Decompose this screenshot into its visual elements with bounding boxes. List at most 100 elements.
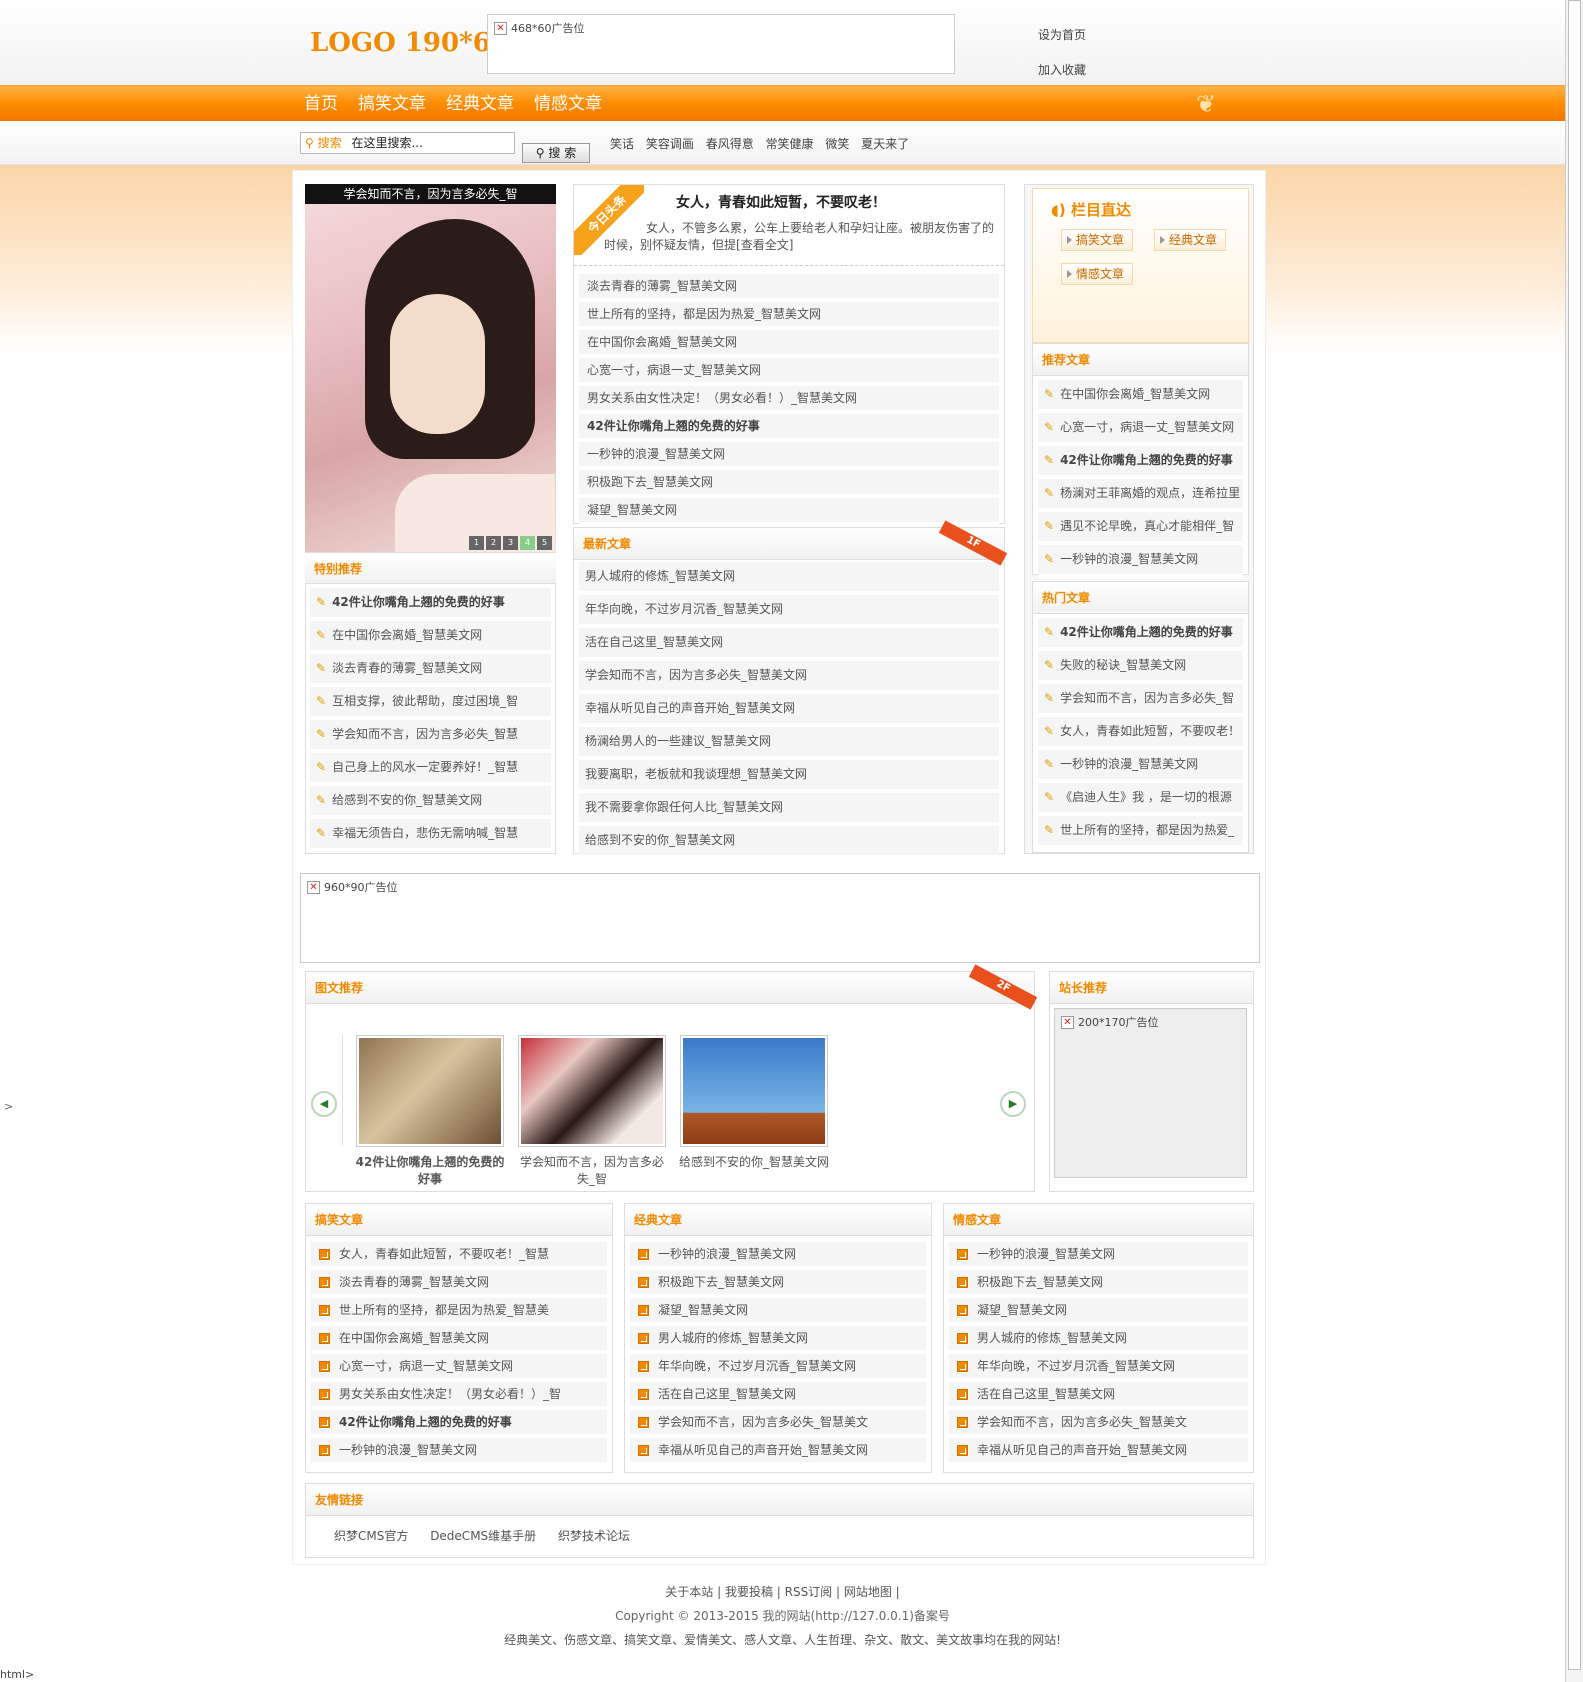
list-item[interactable]: 活在自己这里_智慧美文网	[630, 1382, 926, 1410]
list-item[interactable]: 我不需要拿你跟任何人比_智慧美文网	[579, 793, 999, 826]
list-item[interactable]: 凝望_智慧美文网	[949, 1298, 1248, 1326]
list-item[interactable]: 学会知而不言，因为言多必失_智慧美文网	[579, 661, 999, 694]
list-item[interactable]: 年华向晚，不过岁月沉香_智慧美文网	[949, 1354, 1248, 1382]
nav-emotion[interactable]: 情感文章	[534, 86, 602, 122]
search-input[interactable]: ⚲ 搜索 在这里搜索...	[300, 132, 515, 154]
hotword[interactable]: 春风得意	[706, 137, 754, 151]
list-item[interactable]: 积极跑下去_智慧美文网	[630, 1270, 926, 1298]
gallery-next-button[interactable]: ▶	[1000, 1091, 1026, 1117]
list-item[interactable]: 活在自己这里_智慧美文网	[949, 1382, 1248, 1410]
topic-funny[interactable]: 搞笑文章	[1061, 229, 1134, 251]
list-item[interactable]: ✎ 在中国你会离婚_智慧美文网	[310, 621, 551, 654]
list-item[interactable]: ✎ 学会知而不言，因为言多必失_智慧	[310, 720, 551, 753]
list-item[interactable]: ✎ 42件让你嘴角上翘的免费的好事	[310, 588, 551, 621]
slide-dot[interactable]: 2	[486, 536, 501, 550]
list-item[interactable]: 淡去青春的薄雾_智慧美文网	[579, 274, 999, 302]
list-item[interactable]: 在中国你会离婚_智慧美文网	[579, 330, 999, 358]
scrollbar-thumb[interactable]	[1568, 0, 1581, 1670]
list-item[interactable]: ✎ 给感到不安的你_智慧美文网	[310, 786, 551, 819]
list-item[interactable]: 年华向晚，不过岁月沉香_智慧美文网	[630, 1354, 926, 1382]
focus-caption[interactable]: 学会知而不言，因为言多必失_智	[305, 184, 556, 204]
gallery-thumb[interactable]	[680, 1035, 828, 1147]
hotword[interactable]: 微笑	[825, 137, 849, 151]
set-home-link[interactable]: 设为首页	[1038, 18, 1086, 53]
hotword[interactable]: 常笑健康	[766, 137, 814, 151]
gallery-prev-button[interactable]: ◀	[311, 1091, 337, 1117]
list-item[interactable]: 心宽一寸，病退一丈_智慧美文网	[311, 1354, 607, 1382]
list-item[interactable]: ✎ 遇见不论早晚，真心才能相伴_智	[1038, 512, 1243, 545]
gallery-thumb[interactable]	[518, 1035, 666, 1147]
list-item[interactable]: ✎ 学会知而不言，因为言多必失_智	[1038, 684, 1243, 717]
list-item[interactable]: ✎ 《启迪人生》我 ，是一切的根源	[1038, 783, 1243, 816]
topic-classic[interactable]: 经典文章	[1154, 229, 1227, 251]
list-item[interactable]: ✎ 杨澜对王菲离婚的观点，连希拉里	[1038, 479, 1243, 512]
list-item[interactable]: ✎ 一秒钟的浪漫_智慧美文网	[1038, 545, 1243, 578]
friend-link[interactable]: 织梦技术论坛	[558, 1529, 630, 1543]
hotword[interactable]: 夏天来了	[861, 137, 909, 151]
gallery-thumb[interactable]	[356, 1035, 504, 1147]
list-item[interactable]: 学会知而不言，因为言多必失_智慧美文	[630, 1410, 926, 1438]
footer-links[interactable]: 关于本站 | 我要投稿 | RSS订阅 | 网站地图 |	[0, 1580, 1565, 1604]
gallery-caption[interactable]: 给感到不安的你_智慧美文网	[679, 1154, 829, 1171]
headline-title[interactable]: 女人，青春如此短暂，不要叹老！	[676, 192, 886, 212]
list-item[interactable]: 42件让你嘴角上翘的免费的好事	[311, 1410, 607, 1438]
hotword[interactable]: 笑话	[610, 137, 634, 151]
list-item[interactable]: 给感到不安的你_智慧美文网	[579, 826, 999, 859]
list-item[interactable]: 凝望_智慧美文网	[630, 1298, 926, 1326]
list-item[interactable]: ✎ 42件让你嘴角上翘的免费的好事	[1038, 618, 1243, 651]
hotword[interactable]: 笑容调画	[646, 137, 694, 151]
list-item[interactable]: 男女关系由女性决定！（男女必看！）_智	[311, 1382, 607, 1410]
list-item[interactable]: 男人城府的修炼_智慧美文网	[579, 562, 999, 595]
slide-dot[interactable]: 3	[503, 536, 518, 550]
add-favorite-link[interactable]: 加入收藏	[1038, 53, 1086, 88]
focus-slideshow[interactable]: 学会知而不言，因为言多必失_智 12345	[305, 184, 556, 552]
list-item[interactable]: ✎ 自己身上的风水一定要养好！_智慧	[310, 753, 551, 786]
list-item[interactable]: 42件让你嘴角上翘的免费的好事	[579, 414, 999, 442]
list-item[interactable]: 我要离职，老板就和我谈理想_智慧美文网	[579, 760, 999, 793]
list-item[interactable]: ✎ 女人，青春如此短暂，不要叹老！	[1038, 717, 1243, 750]
list-item[interactable]: 淡去青春的薄雾_智慧美文网	[311, 1270, 607, 1298]
nav-home[interactable]: 首页	[304, 86, 338, 122]
list-item[interactable]: ✎ 一秒钟的浪漫_智慧美文网	[1038, 750, 1243, 783]
list-item[interactable]: ✎ 42件让你嘴角上翘的免费的好事	[1038, 446, 1243, 479]
read-more-link[interactable]: [查看全文]	[736, 238, 793, 252]
list-item[interactable]: 男人城府的修炼_智慧美文网	[949, 1326, 1248, 1354]
gallery-caption[interactable]: 42件让你嘴角上翘的免费的好事	[355, 1154, 505, 1188]
list-item[interactable]: 积极跑下去_智慧美文网	[949, 1270, 1248, 1298]
search-button[interactable]: ⚲ 搜 索	[522, 143, 590, 163]
list-item[interactable]: ✎ 心宽一寸，病退一丈_智慧美文网	[1038, 413, 1243, 446]
list-item[interactable]: 一秒钟的浪漫_智慧美文网	[311, 1438, 607, 1466]
nav-classic[interactable]: 经典文章	[446, 86, 514, 122]
list-item[interactable]: 世上所有的坚持，都是因为热爱_智慧美文网	[579, 302, 999, 330]
list-item[interactable]: 幸福从听见自己的声音开始_智慧美文网	[579, 694, 999, 727]
list-item[interactable]: 幸福从听见自己的声音开始_智慧美文网	[630, 1438, 926, 1466]
list-item[interactable]: ✎ 幸福无须告白，悲伤无需呐喊_智慧	[310, 819, 551, 852]
friend-link[interactable]: DedeCMS维基手册	[430, 1529, 536, 1543]
top-ad[interactable]: ✕ 468*60广告位	[487, 14, 955, 74]
list-item[interactable]: 幸福从听见自己的声音开始_智慧美文网	[949, 1438, 1248, 1466]
nav-funny[interactable]: 搞笑文章	[358, 86, 426, 122]
slide-dot-active[interactable]: 4	[520, 536, 535, 550]
slide-dot[interactable]: 5	[537, 536, 552, 550]
friend-link[interactable]: 织梦CMS官方	[334, 1529, 408, 1543]
list-item[interactable]: 一秒钟的浪漫_智慧美文网	[949, 1242, 1248, 1270]
list-item[interactable]: ✎ 在中国你会离婚_智慧美文网	[1038, 380, 1243, 413]
list-item[interactable]: 心宽一寸，病退一丈_智慧美文网	[579, 358, 999, 386]
list-item[interactable]: 女人，青春如此短暂，不要叹老！_智慧	[311, 1242, 607, 1270]
list-item[interactable]: ✎ 世上所有的坚持，都是因为热爱_	[1038, 816, 1243, 849]
list-item[interactable]: 世上所有的坚持，都是因为热爱_智慧美	[311, 1298, 607, 1326]
list-item[interactable]: 在中国你会离婚_智慧美文网	[311, 1326, 607, 1354]
list-item[interactable]: 活在自己这里_智慧美文网	[579, 628, 999, 661]
vertical-scrollbar[interactable]	[1565, 0, 1583, 1682]
list-item[interactable]: 男人城府的修炼_智慧美文网	[630, 1326, 926, 1354]
webmaster-ad[interactable]: ✕ 200*170广告位	[1054, 1008, 1247, 1178]
list-item[interactable]: 男女关系由女性决定！（男女必看！）_智慧美文网	[579, 386, 999, 414]
list-item[interactable]: 一秒钟的浪漫_智慧美文网	[630, 1242, 926, 1270]
list-item[interactable]: 学会知而不言，因为言多必失_智慧美文	[949, 1410, 1248, 1438]
list-item[interactable]: ✎ 失败的秘诀_智慧美文网	[1038, 651, 1243, 684]
list-item[interactable]: 凝望_智慧美文网	[579, 498, 999, 526]
slide-dot[interactable]: 1	[469, 536, 484, 550]
list-item[interactable]: ✎ 互相支撑，彼此帮助，度过困境_智	[310, 687, 551, 720]
gallery-caption[interactable]: 学会知而不言，因为言多必失_智	[517, 1154, 667, 1188]
list-item[interactable]: ✎ 淡去青春的薄雾_智慧美文网	[310, 654, 551, 687]
